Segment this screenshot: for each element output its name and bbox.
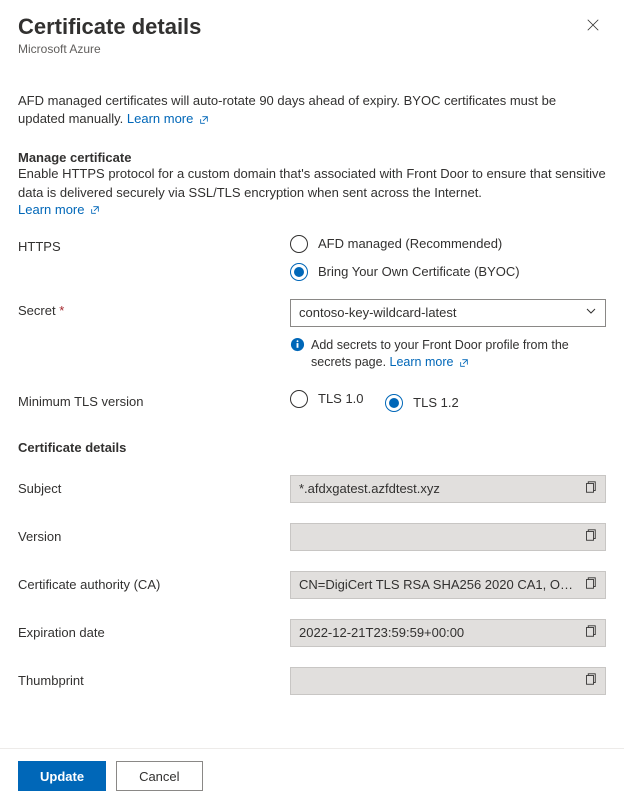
copy-button[interactable] bbox=[583, 528, 597, 545]
radio-icon bbox=[290, 263, 308, 281]
update-button[interactable]: Update bbox=[18, 761, 106, 791]
tls-label: Minimum TLS version bbox=[18, 390, 290, 409]
cancel-button[interactable]: Cancel bbox=[116, 761, 202, 791]
certificate-details-heading: Certificate details bbox=[18, 440, 606, 455]
manage-certificate-heading: Manage certificate bbox=[18, 150, 606, 165]
radio-icon bbox=[290, 235, 308, 253]
external-link-icon bbox=[88, 202, 100, 217]
panel-title: Certificate details bbox=[18, 14, 201, 40]
copy-button[interactable] bbox=[583, 576, 597, 593]
footer: Update Cancel bbox=[0, 748, 624, 805]
external-link-icon bbox=[197, 111, 209, 126]
manage-certificate-text: Enable HTTPS protocol for a custom domai… bbox=[18, 165, 606, 201]
copy-button[interactable] bbox=[583, 480, 597, 497]
https-label: HTTPS bbox=[18, 235, 290, 254]
radio-label: TLS 1.0 bbox=[318, 391, 364, 406]
expiration-value: 2022-12-21T23:59:59+00:00 bbox=[290, 619, 606, 647]
required-indicator: * bbox=[59, 303, 64, 318]
radio-label: TLS 1.2 bbox=[413, 395, 459, 410]
copy-icon bbox=[583, 480, 597, 497]
ca-label: Certificate authority (CA) bbox=[18, 577, 290, 592]
manage-learn-more-link[interactable]: Learn more bbox=[18, 202, 100, 217]
radio-icon bbox=[385, 394, 403, 412]
https-option-managed[interactable]: AFD managed (Recommended) bbox=[290, 235, 606, 253]
copy-icon bbox=[583, 624, 597, 641]
close-button[interactable] bbox=[580, 14, 606, 39]
info-icon bbox=[290, 337, 305, 352]
copy-icon bbox=[583, 576, 597, 593]
copy-button[interactable] bbox=[583, 672, 597, 689]
subject-value: *.afdxgatest.azfdtest.xyz bbox=[290, 475, 606, 503]
ca-value: CN=DigiCert TLS RSA SHA256 2020 CA1, O… bbox=[290, 571, 606, 599]
thumbprint-label: Thumbprint bbox=[18, 673, 290, 688]
radio-label: AFD managed (Recommended) bbox=[318, 236, 502, 251]
secret-learn-more-link[interactable]: Learn more bbox=[390, 355, 469, 369]
external-link-icon bbox=[457, 355, 469, 369]
copy-button[interactable] bbox=[583, 624, 597, 641]
expiration-label: Expiration date bbox=[18, 625, 290, 640]
secret-hint: Add secrets to your Front Door profile f… bbox=[290, 337, 606, 372]
radio-label: Bring Your Own Certificate (BYOC) bbox=[318, 264, 520, 279]
radio-icon bbox=[290, 390, 308, 408]
version-label: Version bbox=[18, 529, 290, 544]
copy-icon bbox=[583, 672, 597, 689]
secret-select[interactable]: contoso-key-wildcard-latest bbox=[290, 299, 606, 327]
intro-learn-more-link[interactable]: Learn more bbox=[127, 111, 209, 126]
tls-option-12[interactable]: TLS 1.2 bbox=[385, 394, 459, 412]
subject-label: Subject bbox=[18, 481, 290, 496]
secret-value: contoso-key-wildcard-latest bbox=[299, 305, 457, 320]
https-option-byoc[interactable]: Bring Your Own Certificate (BYOC) bbox=[290, 263, 606, 281]
tls-option-10[interactable]: TLS 1.0 bbox=[290, 390, 364, 408]
chevron-down-icon bbox=[585, 305, 597, 320]
version-value bbox=[290, 523, 606, 551]
panel-subtitle: Microsoft Azure bbox=[18, 42, 201, 56]
intro-text: AFD managed certificates will auto-rotat… bbox=[18, 92, 606, 128]
thumbprint-value bbox=[290, 667, 606, 695]
close-icon bbox=[586, 18, 600, 35]
secret-label: Secret * bbox=[18, 299, 290, 318]
copy-icon bbox=[583, 528, 597, 545]
